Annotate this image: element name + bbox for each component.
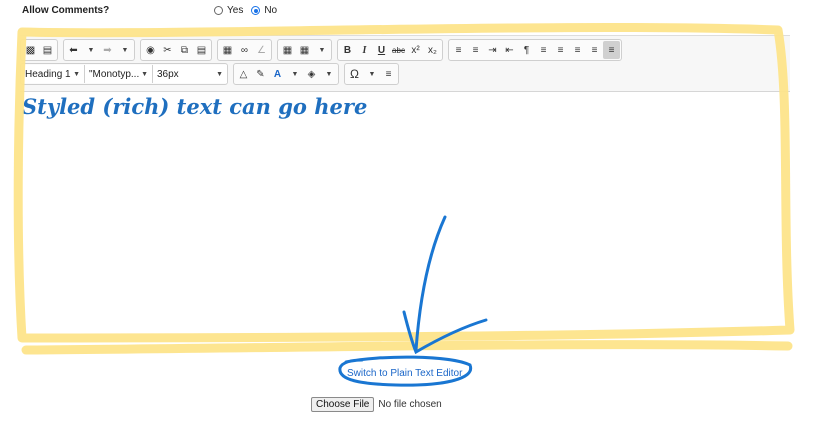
- paragraph-icon[interactable]: ¶: [518, 41, 535, 59]
- font-family-select[interactable]: "Monotyp... ▼: [85, 65, 153, 83]
- chevron-down-icon: ▼: [141, 70, 148, 78]
- toolbar-row-1: ▩ ▤ ⬅ ▼ ➡ ▼ ◉ ✂ ⧉ ▤ ▦ ∞ ∠ ▦ ▦ ▼ B I U ab…: [20, 38, 627, 62]
- font-size-select[interactable]: 36px ▼: [153, 65, 227, 83]
- special-char-icon[interactable]: Ω: [346, 65, 363, 83]
- chevron-down-icon: ▼: [73, 70, 80, 78]
- image-icon[interactable]: ▩: [22, 41, 39, 59]
- unlink-icon[interactable]: ∠: [253, 41, 270, 59]
- italic-icon[interactable]: I: [356, 41, 373, 59]
- toolbar-group-table: ▦ ▦ ▼: [277, 39, 332, 61]
- align-center-icon[interactable]: ≡: [552, 41, 569, 59]
- clear-formatting-icon[interactable]: ≡: [603, 41, 620, 59]
- text-color-caret-icon[interactable]: ▼: [286, 65, 303, 83]
- subscript-icon[interactable]: x₂: [424, 41, 441, 59]
- cut-icon[interactable]: ✂: [159, 41, 176, 59]
- paste-icon[interactable]: ▤: [193, 41, 210, 59]
- justify-icon[interactable]: ≡: [586, 41, 603, 59]
- highlight-icon[interactable]: △: [235, 65, 252, 83]
- editor-toolbar: ▩ ▤ ⬅ ▼ ➡ ▼ ◉ ✂ ⧉ ▤ ▦ ∞ ∠ ▦ ▦ ▼ B I U ab…: [20, 36, 790, 92]
- file-status-text: No file chosen: [378, 399, 442, 410]
- outdent-icon[interactable]: ⇤: [501, 41, 518, 59]
- toolbar-row-2: Heading 1 ▼ "Monotyp... ▼ 36px ▼ △ ✎ A ▼…: [20, 62, 404, 86]
- line-height-icon[interactable]: ≡: [380, 65, 397, 83]
- font-size-select-value: 36px: [157, 68, 179, 80]
- superscript-icon[interactable]: x²: [407, 41, 424, 59]
- toolbar-group-history: ⬅ ▼ ➡ ▼: [63, 39, 135, 61]
- toolbar-group-paragraph: ≡ ≡ ⇥ ⇤ ¶ ≡ ≡ ≡ ≡ ≡: [448, 39, 622, 61]
- copy-icon[interactable]: ⧉: [176, 41, 193, 59]
- toolbar-group-document: ▩ ▤: [20, 39, 58, 61]
- toolbar-group-color: △ ✎ A ▼ ◈ ▼: [233, 63, 339, 85]
- text-color-icon[interactable]: A: [269, 65, 286, 83]
- strikethrough-icon[interactable]: abc: [390, 41, 407, 59]
- undo-icon[interactable]: ⬅: [65, 41, 82, 59]
- redo-icon[interactable]: ➡: [99, 41, 116, 59]
- fill-color-icon[interactable]: ◈: [303, 65, 320, 83]
- link-icon[interactable]: ∞: [236, 41, 253, 59]
- toolbar-group-insert: ▦ ∞ ∠: [217, 39, 272, 61]
- toolbar-group-text-style: B I U abc x² x₂: [337, 39, 443, 61]
- table-menu-icon[interactable]: ▦: [296, 41, 313, 59]
- indent-icon[interactable]: ⇥: [484, 41, 501, 59]
- rich-text-editor: ▩ ▤ ⬅ ▼ ➡ ▼ ◉ ✂ ⧉ ▤ ▦ ∞ ∠ ▦ ▦ ▼ B I U ab…: [20, 35, 790, 346]
- bold-icon[interactable]: B: [339, 41, 356, 59]
- choose-file-button[interactable]: Choose File: [311, 397, 375, 412]
- underline-icon[interactable]: U: [373, 41, 390, 59]
- chevron-down-icon: ▼: [216, 70, 223, 78]
- radio-yes[interactable]: [214, 6, 223, 15]
- find-icon[interactable]: ◉: [142, 41, 159, 59]
- table-icon[interactable]: ▦: [279, 41, 296, 59]
- toolbar-group-misc: Ω ▼ ≡: [344, 63, 399, 85]
- file-input: Choose File No file chosen: [311, 397, 442, 412]
- format-select[interactable]: Heading 1 ▼: [21, 65, 85, 83]
- align-right-icon[interactable]: ≡: [569, 41, 586, 59]
- undo-menu-caret-icon[interactable]: ▼: [82, 41, 99, 59]
- table-menu-caret-icon[interactable]: ▼: [313, 41, 330, 59]
- document-icon[interactable]: ▤: [39, 41, 56, 59]
- special-char-caret-icon[interactable]: ▼: [363, 65, 380, 83]
- bullet-list-icon[interactable]: ≡: [450, 41, 467, 59]
- align-left-icon[interactable]: ≡: [535, 41, 552, 59]
- insert-image-icon[interactable]: ▦: [219, 41, 236, 59]
- editor-content-area[interactable]: Styled (rich) text can go here: [20, 92, 790, 346]
- allow-comments-radio-group: Yes No: [214, 5, 281, 16]
- toolbar-group-font: Heading 1 ▼ "Monotyp... ▼ 36px ▼: [20, 63, 228, 85]
- redo-menu-caret-icon[interactable]: ▼: [116, 41, 133, 59]
- format-painter-icon[interactable]: ✎: [252, 65, 269, 83]
- allow-comments-label: Allow Comments?: [22, 5, 110, 16]
- radio-no[interactable]: [251, 6, 261, 15]
- numbered-list-icon[interactable]: ≡: [467, 41, 484, 59]
- format-select-value: Heading 1: [25, 68, 71, 80]
- editor-rich-text: Styled (rich) text can go here: [22, 94, 368, 119]
- radio-no-label[interactable]: No: [264, 5, 277, 16]
- switch-to-plain-text-link[interactable]: Switch to Plain Text Editor: [347, 368, 462, 379]
- fill-color-caret-icon[interactable]: ▼: [320, 65, 337, 83]
- toolbar-group-clipboard: ◉ ✂ ⧉ ▤: [140, 39, 212, 61]
- radio-yes-label[interactable]: Yes: [227, 5, 243, 16]
- font-family-select-value: "Monotyp...: [89, 68, 140, 80]
